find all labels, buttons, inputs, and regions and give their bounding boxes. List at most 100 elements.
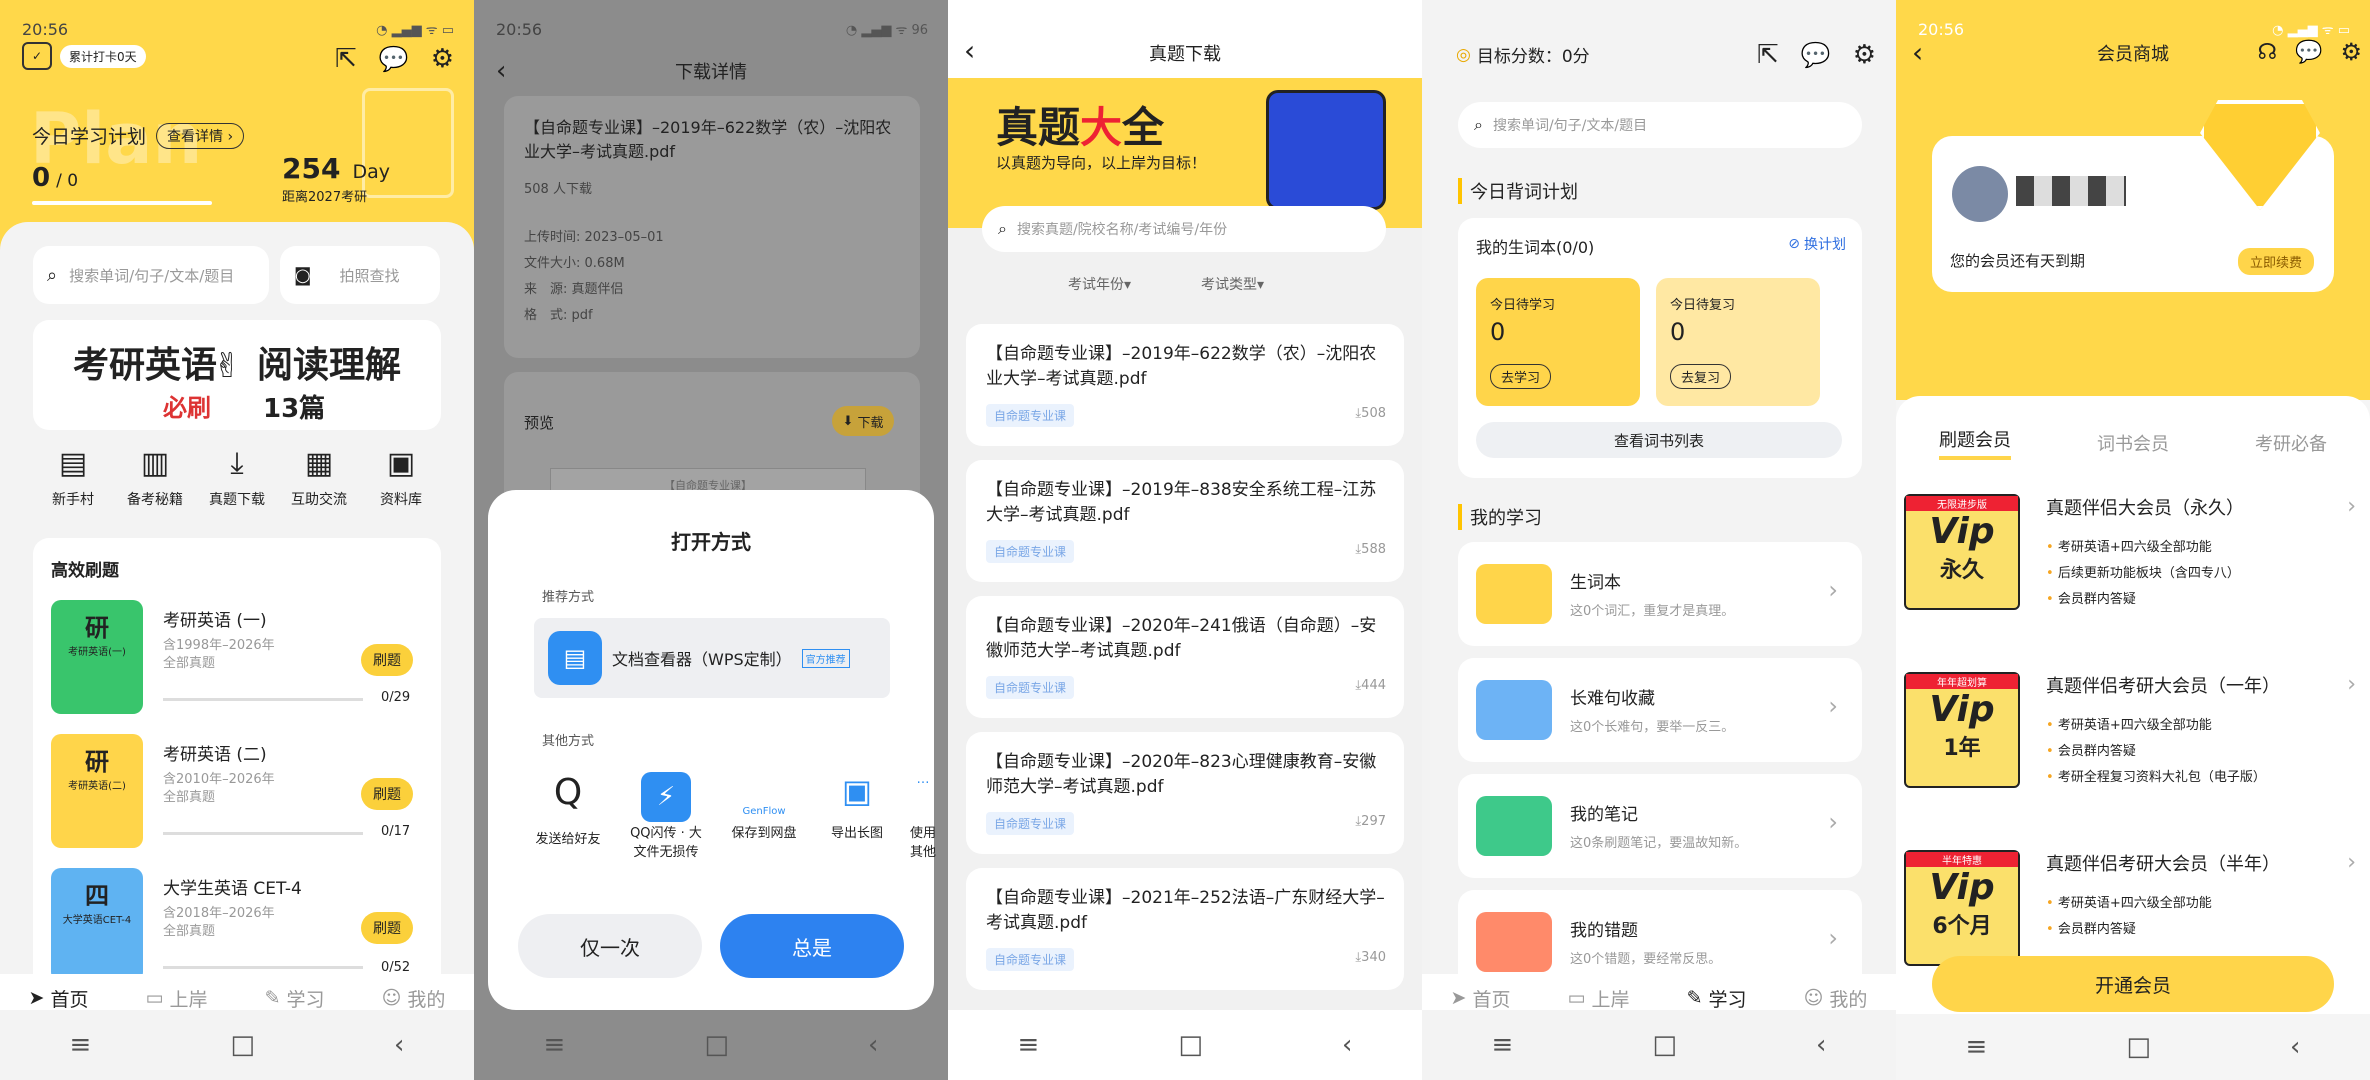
photo-search-button[interactable]: ◙ 拍照查找 bbox=[280, 246, 440, 304]
paper-title: 【自命题专业课】–2019年–838安全系统工程–江苏大学–考试真题.pdf bbox=[986, 480, 1377, 525]
course-row[interactable]: 四 大学英语CET-4 大学生英语 CET-4 含2018年–2026年 全部真… bbox=[51, 868, 423, 986]
learn-button[interactable]: 去学习 bbox=[1490, 364, 1552, 389]
home-nav-icon[interactable]: □ bbox=[1652, 1030, 1677, 1060]
paper-card[interactable]: 【自命题专业课】–2020年–241俄语（自命题）–安徽师范大学–考试真题.pd… bbox=[966, 596, 1404, 718]
membership-item[interactable]: 年年超划算 Vip 1年 真题伴侣考研大会员（一年） › • 考研英语+四六级全… bbox=[1896, 672, 2370, 842]
home-nav-icon[interactable]: □ bbox=[230, 1030, 255, 1060]
search-input[interactable]: 搜索单词/句子/文本/题目 bbox=[69, 265, 234, 286]
tab-shore[interactable]: ▭ 上岸 bbox=[1568, 985, 1630, 1012]
course-years: 含2018年–2026年 bbox=[163, 906, 275, 921]
quick-link-library[interactable]: ▣ 资料库 bbox=[361, 446, 441, 509]
tab-shore[interactable]: ▭ 上岸 bbox=[146, 985, 208, 1012]
paper-title: 【自命题专业课】–2019年–622数学（农）–沈阳农业大学–考试真题.pdf bbox=[986, 344, 1377, 389]
checkin-row[interactable]: ✓ 累计打卡0天 bbox=[22, 42, 146, 70]
tab-mine[interactable]: ☺ 我的 bbox=[1804, 985, 1868, 1012]
paper-card[interactable]: 【自命题专业课】–2021年–252法语–广东财经大学–考试真题.pdf 自命题… bbox=[966, 868, 1404, 990]
tab-home[interactable]: ➤ 首页 bbox=[29, 985, 89, 1012]
settings-icon[interactable]: ⚙ bbox=[1853, 40, 1876, 70]
flash-transfer-icon: ⚡ bbox=[641, 772, 691, 822]
review-button[interactable]: 去复习 bbox=[1670, 364, 1732, 389]
calendar-icon: ✓ bbox=[22, 42, 52, 70]
course-years: 含2010年–2026年 bbox=[163, 772, 275, 787]
back-nav-icon[interactable]: ‹ bbox=[394, 1030, 404, 1060]
tab-exam-essentials[interactable]: 考研必备 bbox=[2255, 430, 2327, 456]
app-share-friend[interactable]: Q 发送给好友 bbox=[528, 772, 608, 847]
back-nav-icon[interactable]: ‹ bbox=[1816, 1030, 1826, 1060]
home-nav-icon[interactable]: □ bbox=[2126, 1032, 2151, 1062]
practice-button[interactable]: 刷题 bbox=[361, 778, 413, 810]
paper-card[interactable]: 【自命题专业课】–2019年–838安全系统工程–江苏大学–考试真题.pdf 自… bbox=[966, 460, 1404, 582]
menu-nav-icon[interactable]: ≡ bbox=[1492, 1030, 1514, 1060]
study-item[interactable]: 我的笔记 这0条刷题笔记，要温故知新。 › bbox=[1458, 774, 1862, 878]
quick-link-download[interactable]: ⤓ 真题下载 bbox=[197, 446, 277, 509]
tab-mine[interactable]: ☺ 我的 bbox=[382, 985, 446, 1012]
paper-card[interactable]: 【自命题专业课】–2020年–823心理健康教育–安徽师范大学–考试真题.pdf… bbox=[966, 732, 1404, 854]
course-row[interactable]: 研 考研英语(一) 考研英语 (一) 含1998年–2026年 全部真题 刷题 … bbox=[51, 600, 423, 718]
back-nav-icon[interactable]: ‹ bbox=[2290, 1032, 2300, 1062]
message-icon[interactable]: 💬 bbox=[1801, 41, 1831, 69]
message-icon[interactable]: 💬 bbox=[379, 45, 409, 73]
target-score[interactable]: ◎ 目标分数：0分 bbox=[1456, 42, 1590, 68]
reading-banner[interactable]: 考研英语 ✌ 阅读理解 必刷 13篇 bbox=[33, 320, 441, 430]
headset-icon[interactable]: ☊ bbox=[2258, 40, 2278, 65]
study-item-desc: 这0个词汇，重复才是真理。 bbox=[1570, 604, 1735, 619]
settings-icon[interactable]: ⚙ bbox=[2340, 38, 2362, 66]
app-export-image[interactable]: ▣ 导出长图 bbox=[822, 772, 892, 841]
search-box[interactable]: ⌕ 搜索单词/句子/文本/题目 bbox=[1458, 102, 1862, 148]
message-icon[interactable]: 💬 bbox=[2295, 40, 2322, 65]
learn-card[interactable]: 今日待学习 0 去学习 bbox=[1476, 278, 1640, 406]
share-icon[interactable]: ⇱ bbox=[1757, 40, 1779, 70]
menu-nav-icon[interactable]: ≡ bbox=[1966, 1032, 1988, 1062]
menu-nav-icon[interactable]: ≡ bbox=[1018, 1030, 1040, 1060]
tab-study[interactable]: ✎ 学习 bbox=[1687, 985, 1747, 1012]
open-membership-button[interactable]: 开通会员 bbox=[1932, 956, 2334, 1012]
document-viewer-icon: ▤ bbox=[548, 631, 602, 685]
course-row[interactable]: 研 考研英语(二) 考研英语 (二) 含2010年–2026年 全部真题 刷题 … bbox=[51, 734, 423, 852]
app-other[interactable]: … 使用其他 bbox=[910, 772, 936, 860]
share-icon[interactable]: ⇱ bbox=[335, 44, 357, 74]
study-item[interactable]: 生词本 这0个词汇，重复才是真理。 › bbox=[1458, 542, 1862, 646]
back-nav-icon[interactable]: ‹ bbox=[868, 1030, 878, 1060]
paper-card[interactable]: 【自命题专业课】–2019年–622数学（农）–沈阳农业大学–考试真题.pdf … bbox=[966, 324, 1404, 446]
renew-button[interactable]: 立即续费 bbox=[2237, 248, 2314, 275]
recommended-app-row[interactable]: ▤ 文档查看器（WPS定制） 官方推荐 bbox=[534, 618, 890, 698]
practice-button[interactable]: 刷题 bbox=[361, 644, 413, 676]
menu-nav-icon[interactable]: ≡ bbox=[70, 1030, 92, 1060]
practice-button[interactable]: 刷题 bbox=[361, 912, 413, 944]
back-nav-icon[interactable]: ‹ bbox=[1342, 1030, 1352, 1060]
tab-wordbook-member[interactable]: 词书会员 bbox=[2097, 430, 2169, 456]
always-button[interactable]: 总是 bbox=[720, 914, 904, 978]
search-box[interactable]: ⌕ 搜索单词/句子/文本/题目 bbox=[33, 246, 269, 304]
quick-link-guide[interactable]: ▥ 备考秘籍 bbox=[115, 446, 195, 509]
plan-progress-total: / 0 bbox=[56, 171, 79, 191]
tab-practice-member[interactable]: 刷题会员 bbox=[1939, 426, 2011, 460]
paper-tag: 自命题专业课 bbox=[986, 404, 1075, 427]
tab-home[interactable]: ➤ 首页 bbox=[1451, 985, 1511, 1012]
change-plan-link[interactable]: ⊘ 换计划 bbox=[1788, 234, 1846, 254]
view-list-button[interactable]: 查看词书列表 bbox=[1476, 422, 1842, 458]
filter-year[interactable]: 考试年份▾ bbox=[1068, 274, 1131, 294]
search-box[interactable]: ⌕ 搜索真题/院校名称/考试编号/年份 bbox=[982, 206, 1386, 252]
tab-study[interactable]: ✎ 学习 bbox=[265, 985, 325, 1012]
plan-detail-button[interactable]: 查看详情 › bbox=[156, 122, 245, 149]
review-card[interactable]: 今日待复习 0 去复习 bbox=[1656, 278, 1820, 406]
feature: • 考研全程复习资料大礼包（电子版） bbox=[2046, 770, 2266, 785]
once-button[interactable]: 仅一次 bbox=[518, 914, 702, 978]
menu-nav-icon[interactable]: ≡ bbox=[544, 1030, 566, 1060]
practice-panel: 高效刷题 研 考研英语(一) 考研英语 (一) 含1998年–2026年 全部真… bbox=[33, 538, 441, 1008]
study-screen: ◎ 目标分数：0分 ⇱ 💬 ⚙ ⌕ 搜索单词/句子/文本/题目 今日背词计划 我… bbox=[1422, 0, 1896, 1080]
search-input[interactable]: 搜索单词/句子/文本/题目 bbox=[1493, 115, 1647, 135]
search-input[interactable]: 搜索真题/院校名称/考试编号/年份 bbox=[1017, 219, 1227, 239]
quick-link-community[interactable]: ▦ 互助交流 bbox=[279, 446, 359, 509]
app-cloud-save[interactable]: GenFlow 保存到网盘 bbox=[724, 772, 804, 841]
course-title: 大学生英语 CET-4 bbox=[163, 879, 302, 899]
app-qq-transfer[interactable]: ⚡ QQ闪传 · 大文件无损传 bbox=[626, 772, 706, 860]
home-nav-icon[interactable]: □ bbox=[1178, 1030, 1203, 1060]
home-nav-icon[interactable]: □ bbox=[704, 1030, 729, 1060]
study-item[interactable]: 长难句收藏 这0个长难句，要举一反三。 › bbox=[1458, 658, 1862, 762]
membership-item[interactable]: 无限进步版 Vip 永久 真题伴侣大会员（永久） › • 考研英语+四六级全部功… bbox=[1896, 494, 2370, 664]
preview-download-button[interactable]: ⬇ 下载 bbox=[832, 406, 894, 436]
filter-type[interactable]: 考试类型▾ bbox=[1201, 274, 1264, 294]
settings-icon[interactable]: ⚙ bbox=[431, 44, 454, 74]
quick-link-newbie[interactable]: ▤ 新手村 bbox=[33, 446, 113, 509]
